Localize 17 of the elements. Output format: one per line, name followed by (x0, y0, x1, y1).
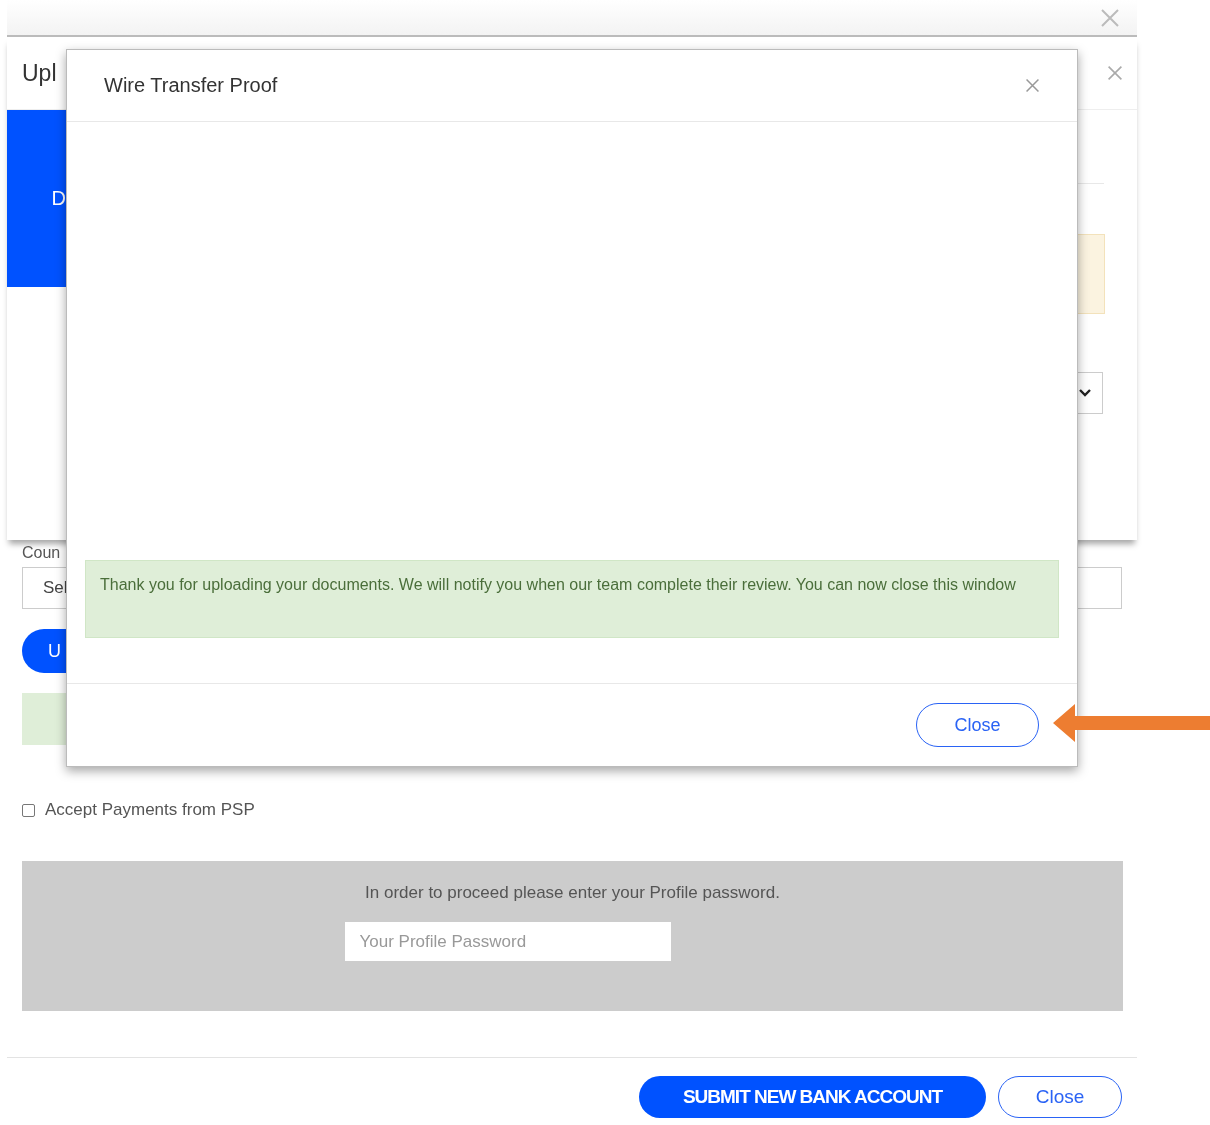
close-button[interactable]: Close (916, 703, 1039, 747)
close-icon[interactable] (1107, 65, 1123, 81)
checkbox[interactable] (22, 803, 35, 817)
close-button[interactable]: Close (998, 1076, 1122, 1118)
close-icon[interactable] (1100, 7, 1120, 28)
arrow-icon (1053, 704, 1210, 742)
checkbox-label: Accept Payments from PSP (45, 800, 255, 820)
field-label: Coun (22, 544, 62, 562)
close-icon[interactable] (1024, 77, 1041, 94)
modal-title: Wire Transfer Proof (104, 74, 278, 97)
side-tab[interactable]: D (7, 110, 66, 287)
chevron-icon (1078, 388, 1092, 398)
password-field[interactable]: Your Profile Password (344, 922, 671, 961)
submit-button[interactable]: SUBMIT NEW BANK ACCOUNT (639, 1076, 986, 1118)
password-prompt: In order to proceed please enter your Profile password. (365, 883, 780, 903)
dialog-title: Upl (22, 59, 57, 87)
success-message: Thank you for uploading your documents. We will notify you when our team complete their review. You can now close this window (85, 560, 1059, 638)
